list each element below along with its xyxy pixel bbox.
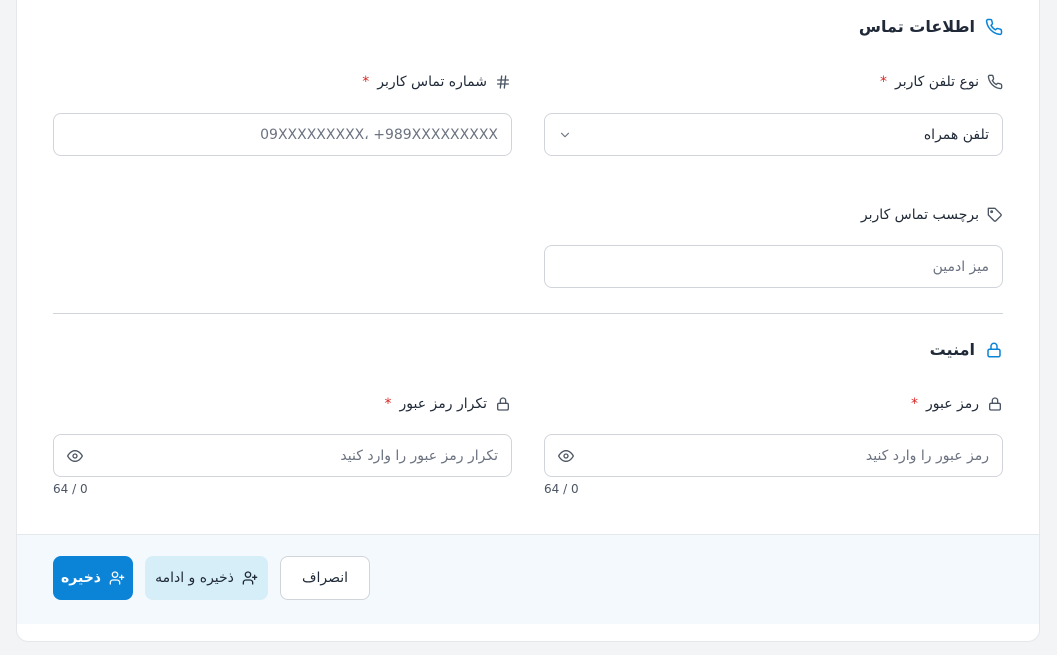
contact-tag-label: برچسب تماس کاربر bbox=[861, 207, 1003, 223]
eye-icon[interactable] bbox=[558, 448, 574, 464]
lock-icon bbox=[985, 341, 1003, 359]
password-confirm-label-text: تکرار رمز عبور bbox=[399, 396, 487, 412]
security-section-title: امنیت bbox=[930, 340, 1003, 359]
lock-icon bbox=[495, 396, 511, 412]
phone-type-label-text: نوع تلفن کاربر bbox=[895, 74, 979, 90]
hash-icon bbox=[495, 74, 511, 90]
password-label-text: رمز عبور bbox=[925, 396, 979, 412]
required-mark: * bbox=[910, 396, 918, 412]
tag-icon bbox=[987, 207, 1003, 223]
password-confirm-placeholder: تکرار رمز عبور را وارد کنید bbox=[340, 447, 498, 464]
chevron-down-icon bbox=[558, 128, 572, 142]
contact-tag-input[interactable]: میز ادمین bbox=[544, 245, 1003, 288]
phone-type-label: نوع تلفن کاربر * bbox=[880, 74, 1003, 90]
password-confirm-counter: 64 / 0 bbox=[53, 482, 88, 496]
save-button-label: ذخیره bbox=[61, 570, 101, 586]
password-confirm-input[interactable]: تکرار رمز عبور را وارد کنید bbox=[53, 434, 512, 477]
phone-number-placeholder: 09XXXXXXXXX، +989XXXXXXXXX bbox=[260, 126, 498, 143]
save-and-continue-label: ذخیره و ادامه bbox=[155, 570, 234, 586]
save-button[interactable]: ذخیره bbox=[53, 556, 133, 600]
eye-icon[interactable] bbox=[67, 448, 83, 464]
phone-number-input[interactable]: 09XXXXXXXXX، +989XXXXXXXXX bbox=[53, 113, 512, 156]
cancel-button-label: انصراف bbox=[301, 570, 349, 586]
section-divider bbox=[53, 313, 1003, 314]
contact-section-title: اطلاعات تماس bbox=[859, 17, 1003, 36]
required-mark: * bbox=[384, 396, 392, 412]
cancel-button[interactable]: انصراف bbox=[280, 556, 370, 600]
contact-tag-label-text: برچسب تماس کاربر bbox=[860, 207, 979, 223]
phone-number-label-text: شماره تماس کاربر bbox=[377, 74, 487, 90]
user-form-card: اطلاعات تماس نوع تلفن کاربر * تلفن همراه… bbox=[16, 0, 1040, 642]
phone-type-value: تلفن همراه bbox=[923, 126, 989, 143]
password-counter: 64 / 0 bbox=[544, 482, 579, 496]
phone-icon bbox=[985, 18, 1003, 36]
security-section-title-text: امنیت bbox=[929, 340, 975, 359]
phone-number-label: شماره تماس کاربر * bbox=[362, 74, 511, 90]
password-confirm-label: تکرار رمز عبور * bbox=[385, 396, 511, 412]
form-footer: ذخیره ذخیره و ادامه انصراف bbox=[17, 534, 1039, 624]
contact-section-title-text: اطلاعات تماس bbox=[858, 17, 975, 36]
phone-icon bbox=[987, 74, 1003, 90]
lock-icon bbox=[987, 396, 1003, 412]
password-input[interactable]: رمز عبور را وارد کنید bbox=[544, 434, 1003, 477]
password-label: رمز عبور * bbox=[911, 396, 1003, 412]
phone-type-select[interactable]: تلفن همراه bbox=[544, 113, 1003, 156]
password-placeholder: رمز عبور را وارد کنید bbox=[865, 447, 989, 464]
required-mark: * bbox=[880, 74, 888, 90]
user-plus-icon bbox=[242, 570, 258, 586]
contact-tag-placeholder: میز ادمین bbox=[932, 258, 989, 275]
save-and-continue-button[interactable]: ذخیره و ادامه bbox=[145, 556, 268, 600]
user-plus-icon bbox=[109, 570, 125, 586]
required-mark: * bbox=[362, 74, 370, 90]
